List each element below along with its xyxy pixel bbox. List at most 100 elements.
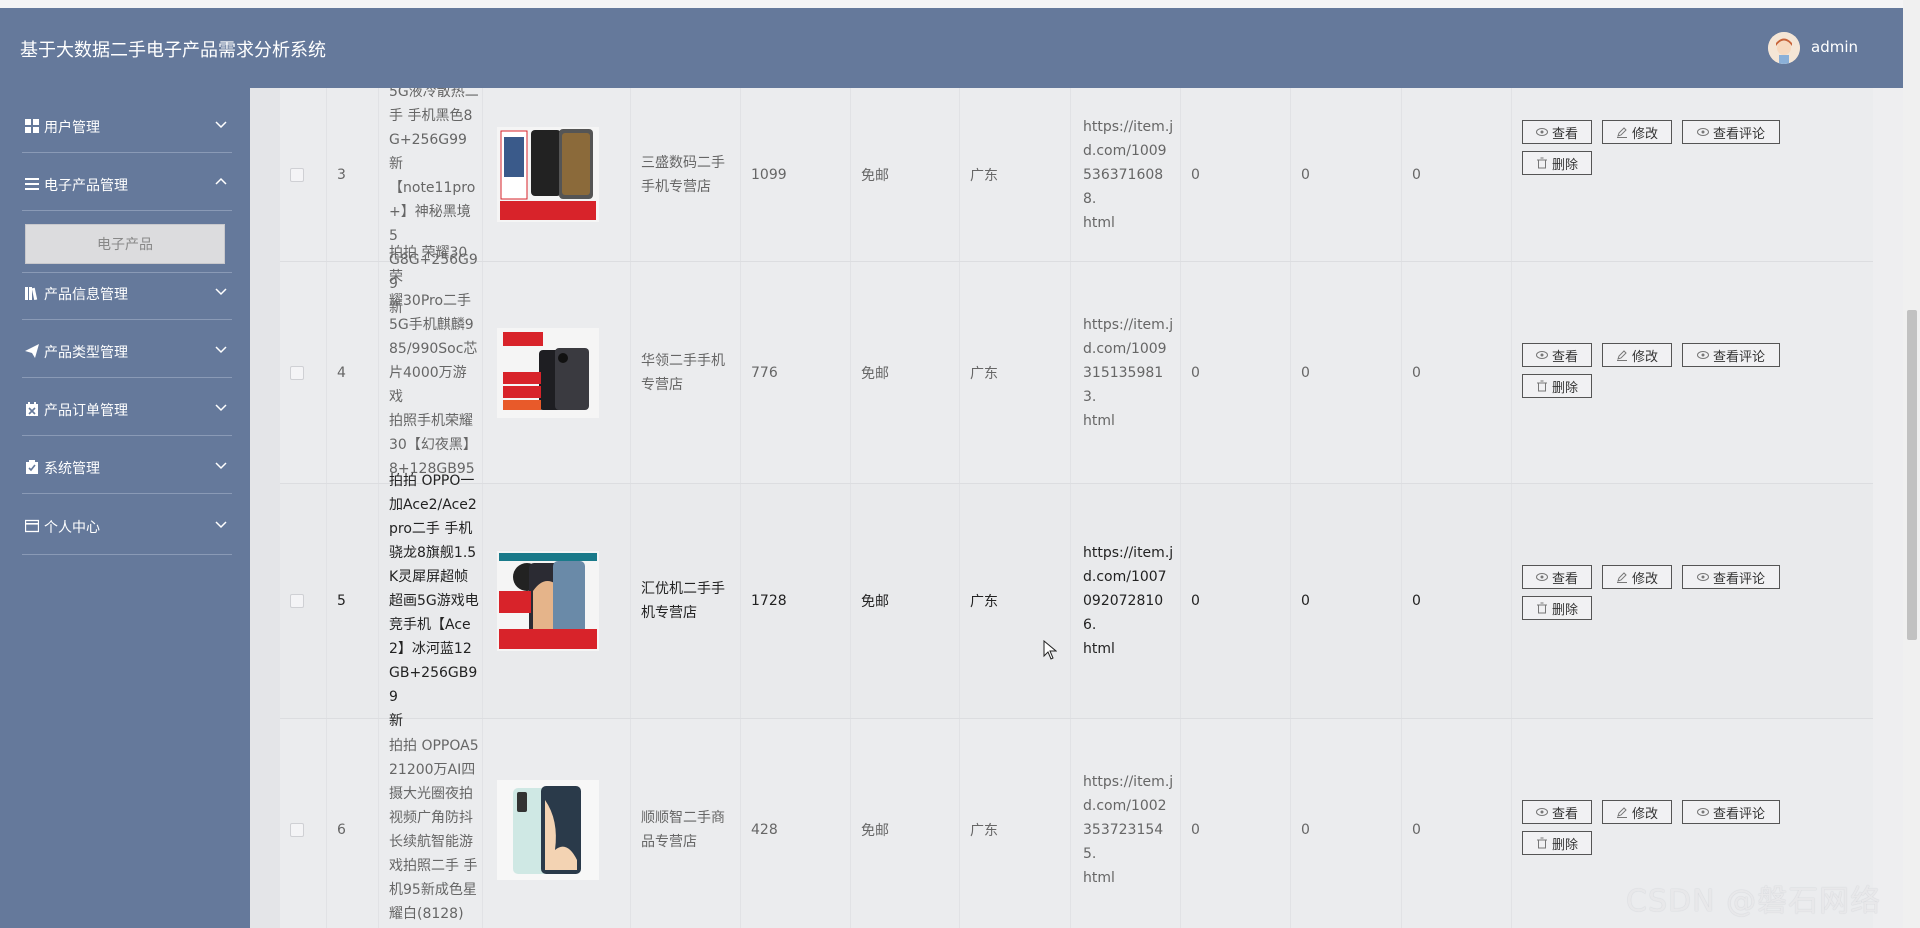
trash-icon	[1536, 157, 1547, 169]
window-top-strip	[0, 0, 1920, 8]
chevron-down-icon	[215, 404, 227, 412]
csdn-watermark: CSDN @磐石网络	[1626, 884, 1882, 919]
shipping: 免邮	[861, 594, 889, 610]
chevron-down-icon	[215, 346, 227, 354]
sidebar-subitem-electronics[interactable]: 电子产品	[25, 224, 225, 264]
product-url[interactable]: https://item.j d.com/1009 5363716088. html	[1071, 115, 1176, 235]
list-icon	[25, 178, 39, 190]
scrollbar-thumb[interactable]	[1907, 310, 1917, 640]
calendar-x-icon	[26, 402, 38, 416]
row-checkbox[interactable]	[290, 822, 304, 837]
row-checkbox[interactable]	[290, 167, 304, 182]
stat-a: 0	[1191, 166, 1200, 183]
edit-icon	[1616, 807, 1627, 818]
edit-button[interactable]: 修改	[1602, 800, 1672, 824]
chevron-down-icon	[215, 462, 227, 470]
product-url[interactable]: https://item.j d.com/1007 0920728106. html	[1071, 541, 1176, 661]
sidebar: 用户管理 电子产品管理 电子产品 产品信息管理 产品类型管理 产品订单管理 系统…	[0, 88, 250, 928]
sidebar-divider	[22, 210, 232, 211]
row-checkbox[interactable]	[290, 594, 304, 608]
sidebar-divider	[22, 377, 232, 378]
sidebar-item-personal-center[interactable]: 个人中心	[0, 502, 250, 552]
app-title: 基于大数据二手电子产品需求分析系统	[20, 40, 326, 61]
view-comments-button[interactable]: 查看评论	[1682, 120, 1780, 144]
view-comments-button[interactable]: 查看评论	[1682, 343, 1780, 367]
sidebar-item-product-type[interactable]: 产品类型管理	[0, 327, 250, 377]
view-comments-button[interactable]: 查看评论	[1682, 565, 1780, 589]
library-icon	[25, 287, 38, 300]
stat-b: 0	[1301, 821, 1310, 838]
main-content: 3 5G液冷散热二手 手机黑色8 G+256G99新 【note11pro +】神秘黑…	[250, 88, 1903, 928]
eye-icon	[1535, 128, 1548, 136]
content-left-gutter	[250, 88, 280, 928]
edit-button[interactable]: 修改	[1602, 120, 1672, 144]
phone-image-icon	[497, 327, 599, 418]
delete-button[interactable]: 删除	[1522, 596, 1592, 620]
sidebar-divider	[22, 319, 232, 320]
stat-a: 0	[1191, 821, 1200, 838]
sidebar-item-user-management[interactable]: 用户管理	[0, 102, 250, 152]
row-checkbox[interactable]	[290, 365, 304, 380]
shipping: 免邮	[861, 822, 889, 839]
sidebar-item-label: 用户管理	[44, 120, 100, 136]
view-button[interactable]: 查看	[1522, 343, 1592, 367]
chevron-down-icon	[215, 121, 227, 129]
eye-icon	[1535, 351, 1548, 359]
user-avatar[interactable]	[1768, 32, 1800, 64]
sidebar-item-system-management[interactable]: 系统管理	[0, 443, 250, 493]
price: 428	[751, 821, 778, 838]
username-label[interactable]: admin	[1811, 38, 1858, 56]
eye-icon	[1696, 128, 1709, 136]
sidebar-item-product-order[interactable]: 产品订单管理	[0, 385, 250, 435]
sidebar-item-product-info[interactable]: 产品信息管理	[0, 269, 250, 319]
eye-icon	[1535, 808, 1548, 816]
product-table: 3 5G液冷散热二手 手机黑色8 G+256G99新 【note11pro +】神秘黑…	[280, 88, 1873, 928]
edit-button[interactable]: 修改	[1602, 343, 1672, 367]
delete-button[interactable]: 删除	[1522, 831, 1592, 855]
shop-name: 华领二手手机 专营店	[641, 352, 725, 393]
view-button[interactable]: 查看	[1522, 565, 1592, 589]
product-url[interactable]: https://item.j d.com/1009 3151359813. html	[1071, 313, 1176, 433]
eye-icon	[1696, 573, 1709, 581]
send-icon	[25, 344, 39, 358]
delete-button[interactable]: 删除	[1522, 374, 1592, 398]
product-url[interactable]: https://item.j d.com/1002 3537231545. html	[1071, 770, 1176, 890]
product-thumbnail[interactable]	[497, 779, 599, 880]
region: 广东	[970, 594, 998, 610]
shop-name: 顺顺智二手商 品专营店	[641, 809, 725, 850]
phone-image-icon	[497, 779, 599, 880]
delete-button[interactable]: 删除	[1522, 151, 1592, 175]
product-thumbnail[interactable]	[497, 127, 599, 222]
stat-c: 0	[1412, 166, 1421, 183]
shipping: 免邮	[861, 167, 889, 184]
mouse-cursor-icon	[1043, 640, 1057, 660]
row-index: 4	[337, 364, 346, 381]
sidebar-item-label: 个人中心	[44, 520, 100, 536]
product-name: 拍拍 OPPOA5 21200万AI四 摄大光圈夜拍 视频广角防抖 长续航智能游 戏拍照二…	[389, 737, 479, 922]
product-thumbnail[interactable]	[497, 551, 599, 651]
stat-b: 0	[1301, 364, 1310, 381]
shipping: 免邮	[861, 365, 889, 382]
table-row: 3 5G液冷散热二手 手机黑色8 G+256G99新 【note11pro +】神秘黑…	[280, 88, 1873, 316]
region: 广东	[970, 365, 998, 382]
sidebar-item-label: 产品订单管理	[44, 403, 128, 419]
stat-b: 0	[1301, 593, 1310, 609]
row-index: 5	[337, 593, 346, 609]
product-name: 拍拍 OPPO一 加Ace2/Ace2 pro二手 手机 骁龙8旗舰1.5 K灵犀屏超帧…	[389, 473, 479, 729]
price: 776	[751, 364, 778, 381]
sidebar-divider	[22, 493, 232, 494]
stat-c: 0	[1412, 821, 1421, 838]
edit-icon	[1616, 350, 1627, 361]
view-button[interactable]: 查看	[1522, 120, 1592, 144]
view-button[interactable]: 查看	[1522, 800, 1592, 824]
trash-icon	[1536, 380, 1547, 392]
eye-icon	[1535, 573, 1548, 581]
edit-button[interactable]: 修改	[1602, 565, 1672, 589]
sidebar-item-label: 产品类型管理	[44, 345, 128, 361]
price: 1099	[751, 166, 787, 183]
sidebar-item-label: 系统管理	[44, 461, 100, 477]
sidebar-item-electronics-management[interactable]: 电子产品管理	[0, 160, 250, 210]
avatar-face-icon	[1768, 32, 1800, 64]
view-comments-button[interactable]: 查看评论	[1682, 800, 1780, 824]
product-thumbnail[interactable]	[497, 327, 599, 418]
